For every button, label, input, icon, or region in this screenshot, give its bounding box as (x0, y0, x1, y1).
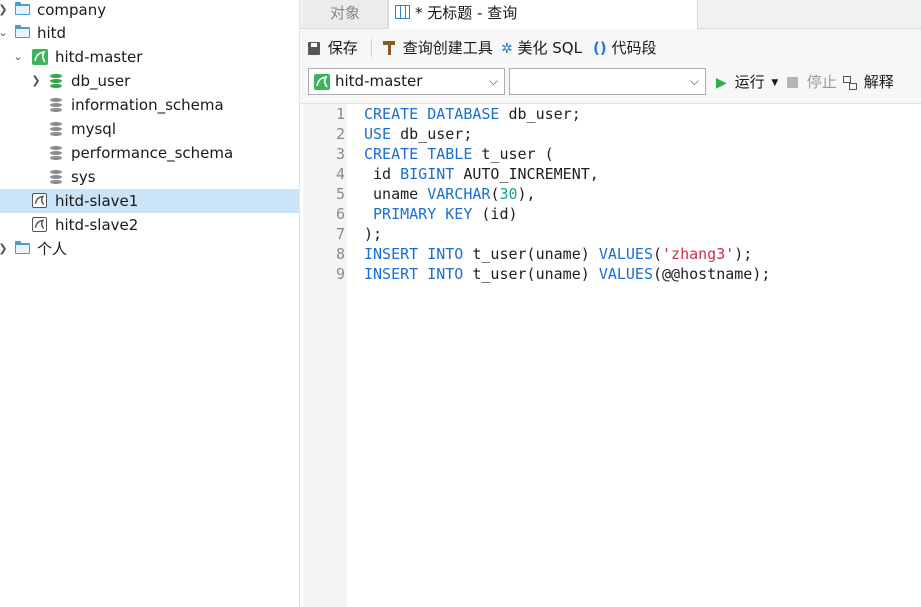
tree-item-label: db_user (71, 72, 131, 90)
tree-item-company[interactable]: ❯ company (0, 0, 299, 22)
toolbar-divider (371, 39, 372, 57)
query-toolbar: 保存 查询创建工具 ✲ 美化 SQL () 代码段 (300, 29, 921, 65)
tree-item-mysql[interactable]: mysql (0, 117, 299, 141)
chevron-down-icon: ⌵ (689, 74, 699, 88)
tree-item-label: information_schema (71, 96, 224, 114)
code-line: CREATE TABLE t_user ( (364, 145, 554, 163)
connection-select[interactable]: hitd-master ⌵ (308, 68, 505, 95)
tree-item-db-user[interactable]: ❯ db_user (0, 69, 299, 93)
line-number: 8 (335, 245, 345, 263)
line-number: 2 (335, 125, 345, 143)
database-icon (50, 74, 62, 89)
code-line: ); (364, 225, 383, 243)
line-number-gutter: 1 2 3 4 5 6 7 8 9 (303, 104, 358, 607)
save-label: 保存 (327, 39, 358, 57)
tree-item-label: hitd-master (55, 48, 143, 66)
explain-label: 解释 (863, 73, 894, 91)
save-icon (308, 42, 320, 55)
code-snippet-button[interactable]: () 代码段 (593, 37, 657, 59)
save-button[interactable]: 保存 (308, 37, 358, 59)
sparkle-icon: ✲ (501, 41, 513, 57)
tree-item-hitd-master[interactable]: ⌄ hitd-master (0, 45, 299, 69)
code-line: INSERT INTO t_user(uname) VALUES('zhang3… (364, 245, 753, 263)
tab-query-label: * 无标题 - 查询 (415, 4, 518, 22)
run-label: 运行 (734, 73, 765, 91)
code-line: INSERT INTO t_user(uname) VALUES(@@hostn… (364, 265, 771, 283)
line-number: 6 (335, 205, 345, 223)
chevron-down-icon[interactable]: ⌄ (13, 45, 23, 69)
sql-editor[interactable]: CREATE DATABASE db_user; USE db_user; CR… (347, 104, 921, 607)
tab-objects[interactable]: 对象 (303, 0, 388, 28)
tree-item-label: sys (71, 168, 96, 186)
tree-item-label: hitd-slave2 (55, 216, 139, 234)
beautify-sql-label: 美化 SQL (517, 39, 582, 57)
chevron-right-icon[interactable]: ❯ (0, 237, 8, 261)
mysql-connection-icon (32, 193, 47, 208)
code-line: PRIMARY KEY (id) (373, 205, 518, 223)
tree-item-label: performance_schema (71, 144, 234, 162)
database-icon (50, 122, 62, 137)
stop-icon (787, 77, 798, 88)
tree-item-personal[interactable]: ❯ 个人 (0, 237, 299, 261)
hammer-icon (383, 41, 395, 55)
line-number: 1 (335, 105, 345, 123)
tree-item-hitd-slave1[interactable]: hitd-slave1 (0, 189, 299, 213)
tree-item-hitd[interactable]: ⌄ hitd (0, 21, 299, 45)
database-icon (50, 170, 62, 185)
stop-button[interactable]: 停止 (787, 71, 837, 93)
connection-select-value: hitd-master (335, 72, 423, 90)
tree-item-information-schema[interactable]: information_schema (0, 93, 299, 117)
explain-icon (843, 75, 857, 90)
chevron-right-icon[interactable]: ❯ (31, 69, 41, 93)
database-icon (50, 146, 62, 161)
folder-icon (15, 2, 30, 15)
caret-down-icon[interactable]: ▼ (771, 78, 778, 88)
mysql-connection-icon (32, 49, 48, 65)
navigation-tree: ❯ company ⌄ hitd ⌄ hitd-master ❯ db_user… (0, 0, 300, 607)
folder-icon (15, 25, 30, 38)
chevron-right-icon[interactable]: ❯ (0, 0, 8, 22)
connection-bar: hitd-master ⌵ ⌵ ▶ 运行 ▼ 停止 解释 (300, 65, 921, 104)
beautify-sql-button[interactable]: ✲ 美化 SQL (501, 37, 582, 59)
code-line: CREATE DATABASE db_user; (364, 105, 581, 123)
tree-item-label: 个人 (37, 240, 68, 258)
query-table-icon (395, 5, 410, 19)
run-button[interactable]: ▶ 运行 ▼ (716, 71, 778, 93)
tab-bar: 对象 * 无标题 - 查询 (300, 0, 921, 29)
code-line: id BIGINT AUTO_INCREMENT, (364, 165, 599, 183)
code-snippet-label: 代码段 (611, 39, 657, 57)
play-icon: ▶ (716, 75, 727, 91)
code-line: USE db_user; (364, 125, 473, 143)
tree-item-label: company (37, 1, 107, 19)
tab-query[interactable]: * 无标题 - 查询 (388, 0, 698, 29)
database-icon (50, 98, 62, 113)
chevron-down-icon: ⌵ (488, 74, 498, 88)
tree-item-label: hitd (37, 24, 67, 42)
line-number: 9 (335, 265, 345, 283)
database-select[interactable]: ⌵ (509, 68, 706, 95)
tree-item-sys[interactable]: sys (0, 165, 299, 189)
query-builder-button[interactable]: 查询创建工具 (383, 37, 493, 59)
chevron-down-icon[interactable]: ⌄ (0, 21, 8, 45)
tree-item-hitd-slave2[interactable]: hitd-slave2 (0, 213, 299, 237)
tree-item-label: hitd-slave1 (55, 192, 139, 210)
query-builder-label: 查询创建工具 (402, 39, 493, 57)
explain-button[interactable]: 解释 (843, 71, 894, 93)
mysql-connection-icon (32, 217, 47, 232)
line-number: 5 (335, 185, 345, 203)
tree-item-performance-schema[interactable]: performance_schema (0, 141, 299, 165)
line-number: 4 (335, 165, 345, 183)
code-line: uname VARCHAR(30), (364, 185, 536, 203)
line-number: 7 (335, 225, 345, 243)
parentheses-icon: () (593, 39, 607, 57)
stop-label: 停止 (806, 73, 837, 91)
mysql-connection-icon (314, 74, 330, 90)
folder-icon (15, 241, 30, 254)
line-number: 3 (335, 145, 345, 163)
tree-item-label: mysql (71, 120, 116, 138)
